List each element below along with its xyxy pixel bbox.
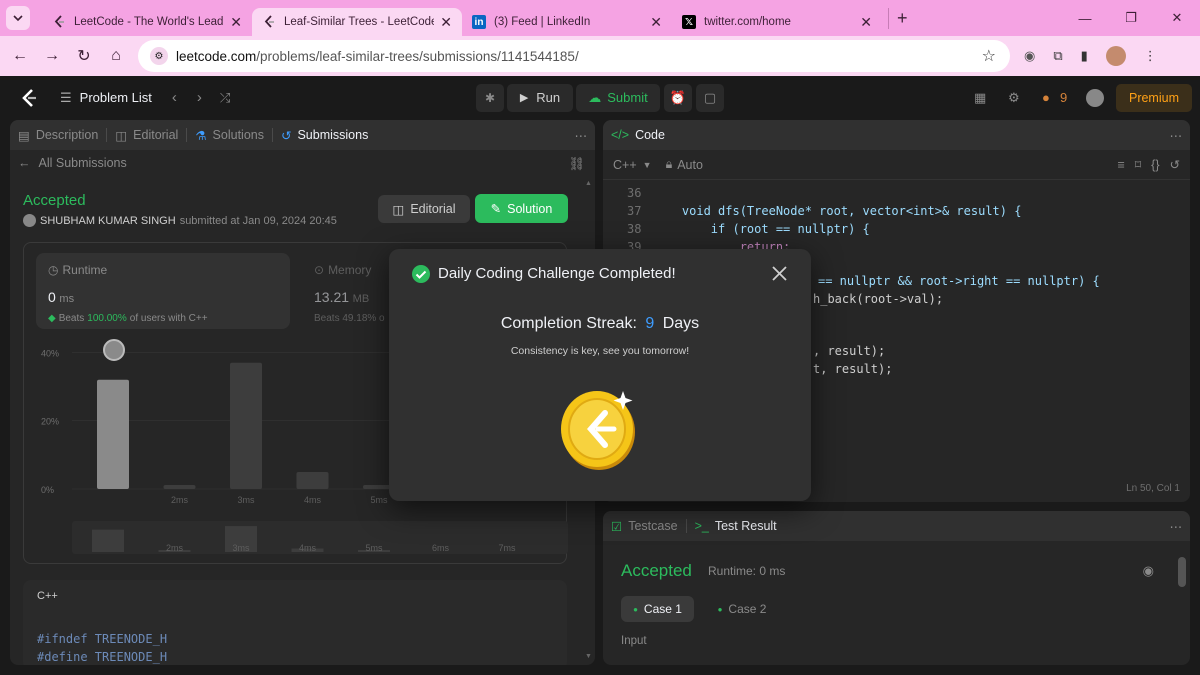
modal-title: Daily Coding Challenge Completed! <box>438 265 676 282</box>
streak-value: 9 <box>645 315 655 332</box>
modal-message: Consistency is key, see you tomorrow! <box>510 345 690 357</box>
check-circle-icon <box>412 265 430 283</box>
close-icon[interactable] <box>772 266 787 281</box>
streak-label: Completion Streak: <box>500 315 637 332</box>
modal-backdrop[interactable]: Daily Coding Challenge Completed! Comple… <box>0 0 1200 675</box>
daily-challenge-modal: Daily Coding Challenge Completed! Comple… <box>389 249 811 501</box>
gold-coin-icon <box>561 391 635 470</box>
streak-unit: Days <box>662 315 700 332</box>
